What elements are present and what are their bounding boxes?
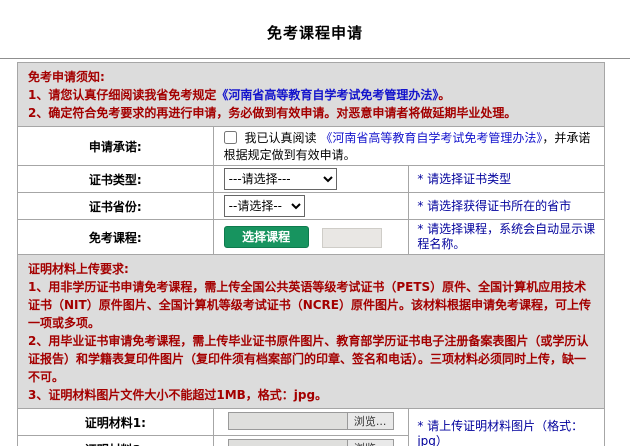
notice-heading: 免考申请须知:: [28, 68, 594, 86]
cert-type-row: 证书类型: ---请选择--- * 请选择证书类型: [18, 166, 605, 193]
notice-line-2: 2、确定符合免考要求的再进行申请，务必做到有效申请。对恶意申请者将做延期毕业处理…: [28, 104, 594, 122]
upload-requirements-panel: 证明材料上传要求: 1、用非学历证书申请免考课程，需上传全国公共英语等级考试证书…: [18, 255, 605, 409]
notice-line1-period: 。: [438, 88, 450, 102]
page-title: 免考课程申请: [0, 0, 630, 43]
notice-line-1: 1、请您认真仔细阅读我省免考规定《河南省高等教育自学考试免考管理办法》。: [28, 86, 594, 104]
promise-checkbox[interactable]: [224, 131, 237, 144]
promise-regulation-link[interactable]: 《河南省高等教育自学考试免考管理办法》: [320, 131, 542, 145]
application-form: 免考申请须知: 1、请您认真仔细阅读我省免考规定《河南省高等教育自学考试免考管理…: [17, 62, 605, 446]
upload-1-file-input[interactable]: 浏览...: [228, 412, 394, 430]
upload-1-label: 证明材料1:: [18, 409, 214, 436]
upload-requirements-heading: 证明材料上传要求:: [28, 260, 594, 278]
cert-type-hint: * 请选择证书类型: [409, 166, 605, 193]
upload-2-file-input[interactable]: 浏览...: [228, 439, 394, 446]
cert-type-field: ---请选择---: [213, 166, 409, 193]
upload-1-field: 浏览...: [213, 409, 409, 436]
notice-line1-text: 1、请您认真仔细阅读我省免考规定: [28, 88, 216, 102]
promise-field: 我已认真阅读 《河南省高等教育自学考试免考管理办法》，并承诺根据规定做到有效申请…: [213, 127, 604, 166]
cert-type-label: 证书类型:: [18, 166, 214, 193]
upload-row-1: 证明材料1: 浏览... * 请上传证明材料图片（格式：jpg） * 证明材料图…: [18, 409, 605, 436]
promise-row: 申请承诺: 我已认真阅读 《河南省高等教育自学考试免考管理办法》，并承诺根据规定…: [18, 127, 605, 166]
upload-requirements-line-2: 2、用毕业证书审请免考课程，需上传毕业证书原件图片、教育部学历证书电子注册备案表…: [28, 332, 594, 386]
notice-row: 免考申请须知: 1、请您认真仔细阅读我省免考规定《河南省高等教育自学考试免考管理…: [18, 63, 605, 127]
upload-2-browse-button[interactable]: 浏览...: [347, 440, 393, 446]
upload-1-browse-button[interactable]: 浏览...: [347, 413, 393, 429]
upload-2-filename: [229, 440, 347, 446]
cert-type-select[interactable]: ---请选择---: [224, 168, 337, 190]
exempt-course-label: 免考课程:: [18, 220, 214, 255]
upload-hint: * 请上传证明材料图片（格式：jpg） * 证明材料图片文件大小不能超过1MB，…: [409, 409, 605, 446]
exempt-course-row: 免考课程: 选择课程 * 请选择课程，系统会自动显示课程名称。: [18, 220, 605, 255]
notice-panel: 免考申请须知: 1、请您认真仔细阅读我省免考规定《河南省高等教育自学考试免考管理…: [18, 63, 605, 127]
select-course-button[interactable]: 选择课程: [224, 226, 309, 248]
upload-requirements-line-1: 1、用非学历证书申请免考课程，需上传全国公共英语等级考试证书（PETS）原件、全…: [28, 278, 594, 332]
cert-province-row: 证书省份: --请选择-- * 请选择获得证书所在的省市: [18, 193, 605, 220]
cert-province-field: --请选择--: [213, 193, 409, 220]
upload-2-field: 浏览...: [213, 436, 409, 446]
upload-1-filename: [229, 413, 347, 429]
regulation-link[interactable]: 《河南省高等教育自学考试免考管理办法》: [216, 88, 438, 102]
promise-label: 申请承诺:: [18, 127, 214, 166]
upload-requirements-line-3: 3、证明材料图片文件大小不能超过1MB，格式：jpg。: [28, 386, 594, 404]
upload-hint-line-1: * 请上传证明材料图片（格式：jpg）: [417, 419, 600, 446]
form-table-bottom: 证明材料上传要求: 1、用非学历证书申请免考课程，需上传全国公共英语等级考试证书…: [17, 254, 605, 446]
cert-province-hint: * 请选择获得证书所在的省市: [409, 193, 605, 220]
form-table-top: 免考申请须知: 1、请您认真仔细阅读我省免考规定《河南省高等教育自学考试免考管理…: [17, 62, 605, 255]
exempt-course-hint: * 请选择课程，系统会自动显示课程名称。: [409, 220, 605, 255]
exempt-course-field: 选择课程: [213, 220, 409, 255]
upload-requirements-row: 证明材料上传要求: 1、用非学历证书申请免考课程，需上传全国公共英语等级考试证书…: [18, 255, 605, 409]
promise-text-prefix: 我已认真阅读: [244, 131, 320, 145]
course-code-display: [322, 228, 382, 248]
cert-province-label: 证书省份:: [18, 193, 214, 220]
title-divider: [0, 58, 630, 59]
cert-province-select[interactable]: --请选择--: [224, 195, 305, 217]
upload-2-label: 证明材料2:: [18, 436, 214, 446]
